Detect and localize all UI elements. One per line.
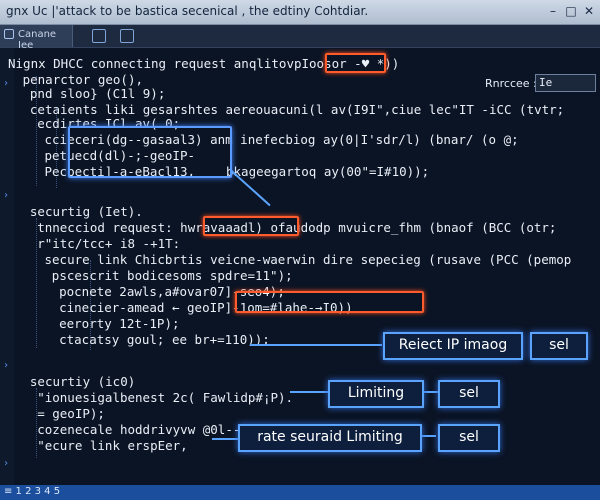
code-line: "ecure link erspEer, — [37, 438, 188, 453]
window-title: gnx Uc |'attack to be bastica secenical … — [6, 4, 369, 18]
code-line: pnd sloo} (C1l 9); — [29, 86, 166, 101]
side-panel-field[interactable]: Ie — [535, 74, 596, 92]
highlight-token[interactable] — [203, 216, 299, 236]
title-bar: gnx Uc |'attack to be bastica secenical … — [0, 0, 600, 25]
highlight-token[interactable] — [325, 53, 386, 73]
select-button[interactable]: sel — [530, 332, 588, 360]
fold-chevron-icon[interactable]: › — [3, 458, 9, 469]
fold-chevron-icon[interactable]: › — [3, 190, 9, 201]
toolbar: Canane Iee — [0, 25, 600, 51]
minimize-button[interactable]: – — [544, 3, 562, 19]
code-line: securtig (Iet). — [29, 204, 143, 219]
maximize-button[interactable]: □ — [562, 3, 580, 19]
code-line: secure link Chicbrtis veicne-waerwin dir… — [44, 252, 572, 267]
code-line: penarctor geo(), — [22, 72, 144, 87]
connector-line — [250, 344, 382, 346]
status-text: ≡ 1 2 3 4 5 — [4, 486, 61, 497]
fold-chevron-icon[interactable]: › — [3, 78, 9, 89]
code-line: "ionuesigalbenest 2c( Fawlidp#¡P). — [37, 390, 294, 405]
fold-chevron-icon[interactable]: › — [3, 360, 9, 371]
connector-line — [212, 438, 238, 440]
code-line: = geoIP); — [37, 406, 105, 421]
grid-icon[interactable] — [92, 29, 106, 43]
select-button[interactable]: sel — [438, 424, 500, 452]
code-line: r"itc/tcc+ i8 -+1T: — [37, 236, 181, 251]
code-line: pscescrit bodicesoms spdre=11"); — [51, 268, 293, 283]
code-line: bkageegartoq ay(00"=I#10)); — [226, 164, 430, 179]
rate-limiting-button[interactable]: rate seuraid Limiting — [238, 424, 422, 452]
code-editor[interactable]: › › › › Nignx DHCC connecting request an… — [0, 48, 600, 485]
highlight-block[interactable] — [68, 126, 232, 178]
highlight-token[interactable] — [235, 291, 424, 313]
code-line: ctacatsy goul; ee br+=110)); — [59, 332, 270, 347]
code-line: cetaients liki gesarshtes aereouacuni(l … — [29, 102, 565, 117]
select-button[interactable]: sel — [438, 380, 500, 408]
file-icon — [4, 29, 14, 39]
gutter: › › › › — [0, 48, 14, 485]
reject-ip-button[interactable]: Reiect IP imaog — [383, 332, 523, 360]
code-line: eerorty 12t-1P); — [59, 316, 180, 331]
side-panel-label: Rnrccee : — [485, 77, 537, 90]
close-button[interactable]: ✕ — [580, 3, 598, 19]
code-line: securtiy (ic0) — [29, 374, 136, 389]
status-bar: ≡ 1 2 3 4 5 — [0, 485, 600, 500]
tab-main[interactable]: Canane Iee — [0, 25, 73, 51]
limiting-button[interactable]: Limiting — [328, 380, 424, 408]
panel-icon[interactable] — [120, 29, 134, 43]
